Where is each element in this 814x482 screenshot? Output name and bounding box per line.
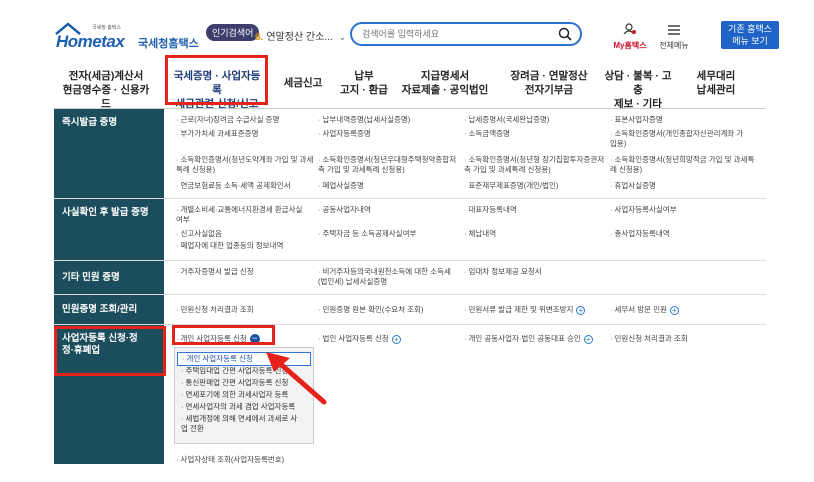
list-item[interactable]: 비거주자등의국내원천소득에 대한 소득세(법인세) 납세사실증명	[318, 267, 458, 287]
list-item[interactable]: 민원증명 원본 확인(수요처 조회)	[318, 305, 458, 315]
expand-plus-icon[interactable]: +	[583, 334, 593, 344]
list-item[interactable]: 부가가치세 과세표준증명	[176, 129, 306, 139]
legacy-menu-line2: 메뉴 보기	[732, 36, 768, 46]
header: 국세청 홈택스 Hometax 국세청홈택스 인기검색어 6. 연말정산 간소..…	[0, 0, 814, 62]
row-head: 즉시발급 증명	[62, 117, 118, 128]
bottom-margin	[0, 464, 814, 482]
logo-tiny-text: 국세청 홈택스	[92, 25, 121, 31]
table-row: 기타 민원 증명 거주자증명서 발급 신청 비거주자등의국내원천소득에 대한 소…	[54, 261, 766, 295]
nav-highlight-box	[165, 55, 268, 105]
list-item[interactable]: 폐업사실증명	[318, 181, 458, 191]
list-item[interactable]: 납부내역증명(납세사실증명)	[318, 115, 458, 125]
list-item[interactable]: 임대차 정보제공 요청서	[464, 267, 604, 277]
nav-incentive[interactable]: 장려금 · 연말정산 전자기부금	[506, 69, 592, 97]
list-item[interactable]: 납세증명서(국세완납증명)	[464, 115, 604, 125]
popular-term-text: 연말정산 간소...	[266, 32, 333, 43]
list-item[interactable]: 사업자등록증명	[318, 129, 458, 139]
expand-plus-icon[interactable]: +	[576, 305, 586, 315]
list-item[interactable]: 소득확인증명서(청년형 장기집합투자증권저축 가입 및 과세특례 신청용)	[464, 155, 608, 175]
red-arrow-icon	[266, 352, 327, 405]
nav-tax-return[interactable]: 세금신고	[280, 76, 326, 90]
nav-payment[interactable]: 납부 고지 · 환급	[336, 69, 392, 97]
nav-e-invoice[interactable]: 전자(세금)계산서 현금영수증 · 신용카드	[62, 69, 150, 111]
list-item[interactable]: 표본사업자증명	[610, 115, 750, 125]
list-item[interactable]: 소득확인증명서(청년도약계좌 가입 및 과세특례 신청용)	[176, 155, 314, 175]
list-item[interactable]: 민원신청 처리결과 조회	[610, 334, 750, 344]
list-item[interactable]: 거주자증명서 발급 신청	[176, 267, 306, 277]
list-item[interactable]: 표준재무제표증명(개인/법인)	[464, 181, 604, 191]
hometax-logo[interactable]: 국세청 홈택스 Hometax 국세청홈택스	[54, 22, 204, 51]
nav-payment-statement[interactable]: 지급명세서 자료제출 · 공익법인	[400, 69, 490, 97]
table-row: 민원증명 조회/관리 민원신청 처리결과 조회 민원증명 원본 확인(수요처 조…	[54, 295, 766, 325]
nav-consultation[interactable]: 상담 · 불복 · 고충 제보 · 기타	[600, 69, 676, 111]
category-highlight-box	[54, 326, 166, 376]
list-item-label: 세무서 방문 민원	[614, 305, 667, 314]
list-item[interactable]: 소득확인증명서(청년우대형주택청약종합저축 가입 및 과세특례 신청용)	[318, 155, 462, 175]
expand-plus-icon[interactable]: +	[391, 334, 401, 344]
list-item[interactable]: 세무서 방문 민원+	[610, 305, 750, 315]
table-row: 즉시발급 증명 근로(자녀)장려금 수급사실 증명 납부내역증명(납세사실증명)…	[54, 109, 766, 199]
logo-brand: Hometax	[56, 32, 125, 51]
legacy-menu-line1: 기존 홈택스	[728, 24, 772, 34]
all-menu-button[interactable]: 전체메뉴	[656, 22, 692, 51]
legacy-menu-button[interactable]: 기존 홈택스 메뉴 보기	[721, 21, 779, 49]
search-input[interactable]	[362, 27, 552, 41]
row-head: 사실확인 후 발급 증명	[62, 207, 149, 218]
chevron-down-icon[interactable]: ⌄	[339, 32, 347, 42]
list-item[interactable]: 사업자등록사실여부	[610, 205, 750, 215]
hamburger-icon	[668, 25, 680, 35]
row-head: 민원증명 조회/관리	[62, 304, 138, 315]
list-item[interactable]: 소득금액증명	[464, 129, 604, 139]
list-item[interactable]: 주택자금 등 소득공제사실여부	[318, 229, 458, 239]
list-item[interactable]: 법인 사업자등록 신청+	[318, 334, 458, 344]
popular-term[interactable]: 6. 연말정산 간소... ⌄	[255, 28, 346, 43]
row-head: 기타 민원 증명	[62, 272, 120, 283]
popular-rank: 6.	[255, 32, 264, 43]
list-item[interactable]: 공동사업자내역	[318, 205, 458, 215]
my-hometax-button[interactable]: My홈택스	[610, 22, 650, 51]
list-item[interactable]: 신고사실없음	[176, 229, 308, 239]
list-item[interactable]: 휴업사실증명	[610, 181, 750, 191]
list-item[interactable]: 체납내역	[464, 229, 604, 239]
list-item[interactable]: 총사업자등록내역	[610, 229, 750, 239]
list-item[interactable]: 민원신청 처리결과 조회	[176, 305, 306, 315]
popular-badge: 인기검색어	[206, 24, 260, 41]
submenu-item[interactable]: 세법개정에 의해 면세에서 과세로 사업 전환	[181, 414, 301, 434]
list-item[interactable]: 근로(자녀)장려금 수급사실 증명	[176, 115, 306, 125]
list-item[interactable]: 폐업자에 대한 업종등의 정보내역	[176, 241, 316, 251]
my-hometax-label: My홈택스	[613, 41, 647, 50]
list-item[interactable]: 대표자등록내역	[464, 205, 604, 215]
item-highlight-box	[172, 325, 275, 345]
search-icon[interactable]	[558, 27, 572, 41]
all-menu-label: 전체메뉴	[659, 41, 689, 50]
logo-sub: 국세청홈택스	[138, 38, 199, 50]
list-item-label: 민원서류 발급 제한 및 위변조방지	[468, 305, 574, 314]
list-item[interactable]: 소득확인증명서(청년희망적금 가입 및 과세특례 신청용)	[610, 155, 758, 175]
nav-tax-agent[interactable]: 세무대리 납세관리	[688, 69, 744, 97]
list-item[interactable]: 연금보험료등 소득·세액 공제확인서	[176, 181, 316, 191]
main-nav: 전자(세금)계산서 현금영수증 · 신용카드 국세증명 · 사업자등록 세금관련…	[0, 62, 814, 111]
list-item[interactable]: 민원서류 발급 제한 및 위변조방지+	[464, 305, 604, 315]
list-item[interactable]: 개별소비세·교통에너지환경세 환급사실 여부	[176, 205, 308, 225]
service-table: 즉시발급 증명 근로(자녀)장려금 수급사실 증명 납부내역증명(납세사실증명)…	[54, 108, 766, 465]
search-bar	[350, 22, 582, 46]
list-item-label: 개인 공동사업자·법인 공동대표 승인	[468, 334, 581, 343]
list-item[interactable]: 소득확인증명서(개인종합자산관리계좌 가입용)	[610, 129, 750, 149]
table-row: 사실확인 후 발급 증명 개별소비세·교통에너지환경세 환급사실 여부 공동사업…	[54, 199, 766, 261]
list-item-label: 법인 사업자등록 신청	[322, 334, 389, 343]
expand-plus-icon[interactable]: +	[669, 305, 679, 315]
user-icon	[623, 23, 636, 35]
list-item[interactable]: 개인 공동사업자·법인 공동대표 승인+	[464, 334, 614, 344]
